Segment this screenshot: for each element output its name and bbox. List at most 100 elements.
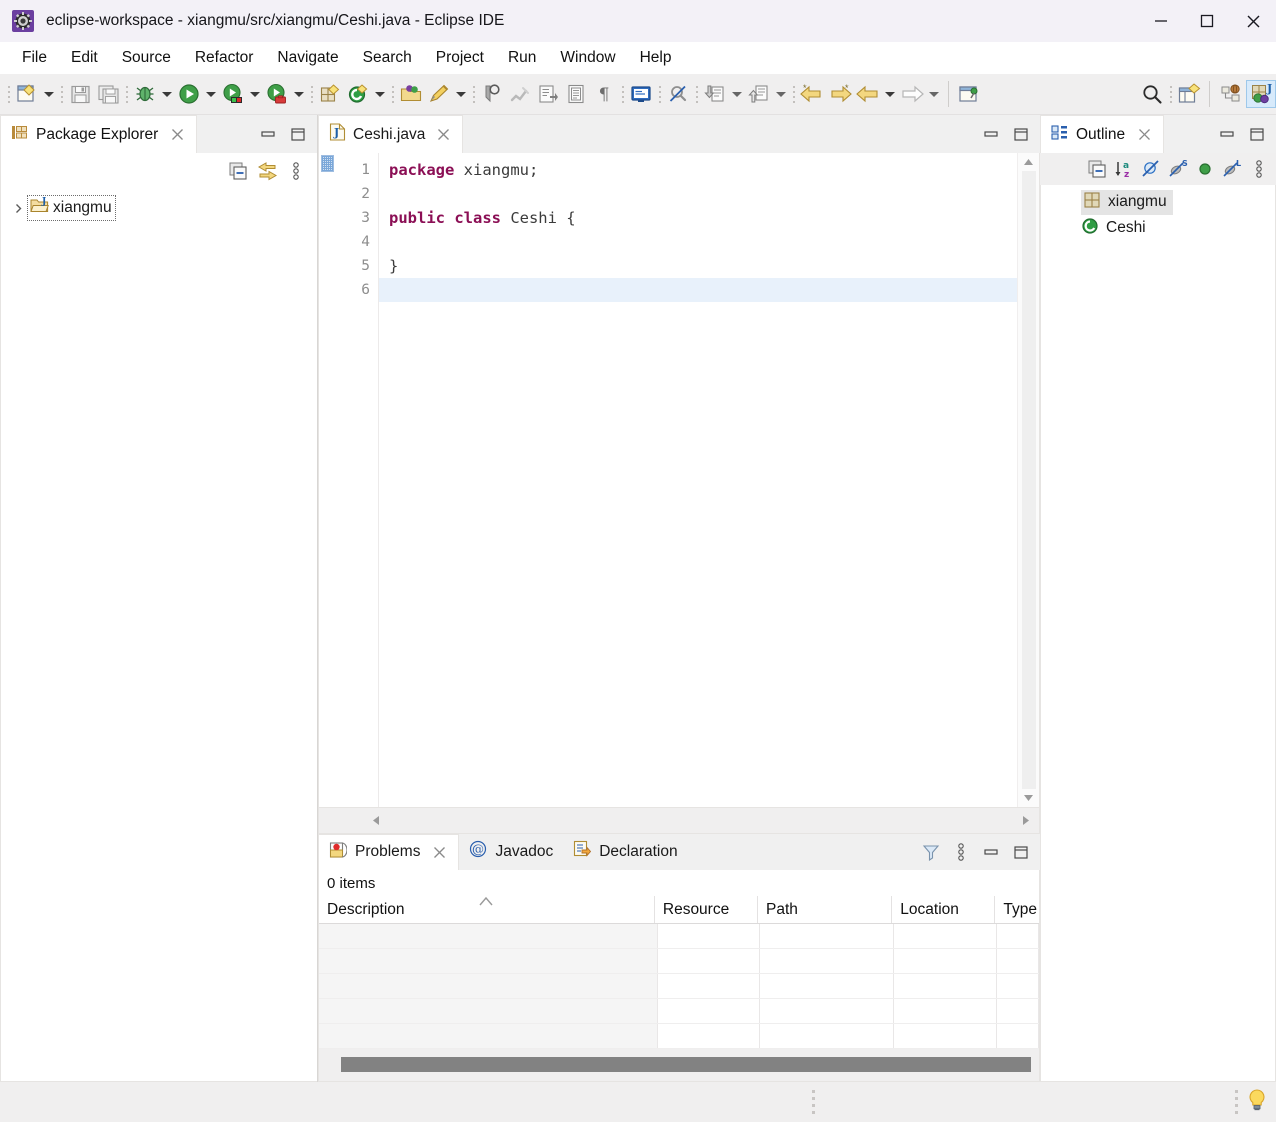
tree-item-xiangmu[interactable]: J xiangmu [1,195,317,221]
table-row[interactable] [319,998,1039,1024]
minimize-view-icon[interactable] [978,839,1004,865]
editor-vertical-scrollbar[interactable] [1017,153,1039,807]
drag-grip-icon[interactable] [1235,1090,1238,1114]
column-header-resource[interactable]: Resource [655,896,759,923]
occurrence-marker[interactable] [321,155,334,172]
minimize-button[interactable] [1138,0,1184,42]
tab-ceshi-java[interactable]: J Ceshi.java [318,115,464,153]
debug-perspective-icon[interactable] [1216,80,1246,108]
new-package-icon[interactable] [316,80,344,108]
view-menu-icon[interactable] [948,839,974,865]
scroll-left-arrow-icon[interactable] [363,808,389,834]
search-icon[interactable] [1138,80,1166,108]
hide-local-types-icon[interactable]: L [1219,156,1245,182]
tab-javadoc[interactable]: @ Javadoc [459,834,563,870]
code-editor-text-area[interactable]: package xiangmu; public class Ceshi { } [379,153,1017,807]
table-row[interactable] [319,948,1039,974]
tab-declaration[interactable]: Declaration [563,834,687,870]
run-external-tools-icon[interactable] [219,80,247,108]
outline-tree[interactable]: xiangmu Ceshi [1040,185,1276,1082]
back-dropdown-arrow-icon[interactable] [882,80,898,108]
minimize-view-icon[interactable] [255,121,281,147]
vertical-scroll-track[interactable] [1021,171,1036,789]
save-icon[interactable] [66,80,94,108]
code-line[interactable]: public class Ceshi { [379,206,1017,230]
close-icon[interactable] [1135,126,1153,144]
download-edit-icon[interactable] [701,80,729,108]
new-class-dropdown-arrow-icon[interactable] [372,80,388,108]
new-file-icon[interactable] [13,80,41,108]
next-edit-dropdown-arrow-icon[interactable] [773,80,789,108]
run-coverage-icon[interactable] [263,80,291,108]
close-icon[interactable] [434,126,452,144]
left-yellow-arrow-icon[interactable] [854,80,882,108]
collapse-all-icon[interactable] [1084,156,1110,182]
maximize-view-icon[interactable] [1008,839,1034,865]
menu-search[interactable]: Search [351,46,424,70]
code-line[interactable]: } [379,254,1017,278]
no-search-icon[interactable] [664,80,692,108]
view-menu-icon[interactable] [283,158,309,184]
minimize-view-icon[interactable] [978,121,1004,147]
scroll-up-arrow-icon[interactable] [1018,153,1040,171]
outline-item-xiangmu[interactable]: xiangmu [1041,189,1275,215]
column-header-description[interactable]: Description [319,896,655,923]
save-all-icon[interactable] [94,80,122,108]
tab-outline[interactable]: Outline [1040,115,1165,153]
code-line-current[interactable] [379,278,1017,302]
tab-problems[interactable]: Problems [318,834,460,870]
back-yellow-arrow-icon[interactable]: * [798,80,826,108]
menu-file[interactable]: File [10,46,59,70]
scroll-down-arrow-icon[interactable] [1018,789,1040,807]
hide-static-icon[interactable]: S [1165,156,1191,182]
menu-project[interactable]: Project [424,46,496,70]
maximize-view-icon[interactable] [1008,121,1034,147]
new-dropdown-arrow-icon[interactable] [41,80,57,108]
horizontal-scroll-thumb[interactable] [341,1057,1031,1073]
tree-node-selected[interactable]: J xiangmu [27,195,116,221]
scroll-right-arrow-icon[interactable] [1013,808,1039,834]
bug-icon[interactable] [131,80,159,108]
open-type-icon[interactable] [397,80,425,108]
pencil-dropdown-arrow-icon[interactable] [453,80,469,108]
hide-non-public-icon[interactable] [1192,156,1218,182]
table-row[interactable] [319,973,1039,999]
java-perspective-icon[interactable]: J [1246,80,1276,108]
code-line[interactable]: package xiangmu; [379,158,1017,182]
menu-source[interactable]: Source [110,46,183,70]
table-row[interactable] [319,923,1039,949]
skip-breakpoints-icon[interactable] [506,80,534,108]
menu-edit[interactable]: Edit [59,46,110,70]
column-header-path[interactable]: Path [758,896,893,923]
run-dropdown-arrow-icon[interactable] [203,80,219,108]
drag-grip-icon[interactable] [812,1090,815,1114]
close-icon[interactable] [168,126,186,144]
editor-horizontal-scrollbar[interactable] [318,808,1040,834]
menu-help[interactable]: Help [628,46,684,70]
filter-funnel-icon[interactable] [918,839,944,865]
view-menu-icon[interactable] [1246,156,1272,182]
console-monitor-icon[interactable] [627,80,655,108]
external-tools-dropdown-arrow-icon[interactable] [247,80,263,108]
menu-navigate[interactable]: Navigate [265,46,350,70]
code-line[interactable] [379,230,1017,254]
maximize-view-icon[interactable] [1244,121,1270,147]
problems-horizontal-scrollbar[interactable] [319,1048,1039,1081]
outline-node-selected[interactable]: xiangmu [1081,189,1173,215]
next-annotation-icon[interactable] [534,80,562,108]
code-line[interactable] [379,182,1017,206]
run-green-play-icon[interactable] [175,80,203,108]
column-header-location[interactable]: Location [892,896,996,923]
maximize-button[interactable] [1184,0,1230,42]
horizontal-scroll-track[interactable] [389,808,1013,834]
outline-item-ceshi[interactable]: Ceshi [1041,215,1275,241]
package-explorer-tree[interactable]: J xiangmu [0,189,317,1082]
menu-run[interactable]: Run [496,46,548,70]
sort-az-icon[interactable]: a z [1111,156,1137,182]
pencil-icon[interactable] [425,80,453,108]
mark-occurrences-icon[interactable] [478,80,506,108]
table-row[interactable] [319,1023,1039,1049]
right-outline-arrow-icon[interactable] [898,80,926,108]
editor-annotation-ruler[interactable] [319,153,335,807]
menu-refactor[interactable]: Refactor [183,46,266,70]
